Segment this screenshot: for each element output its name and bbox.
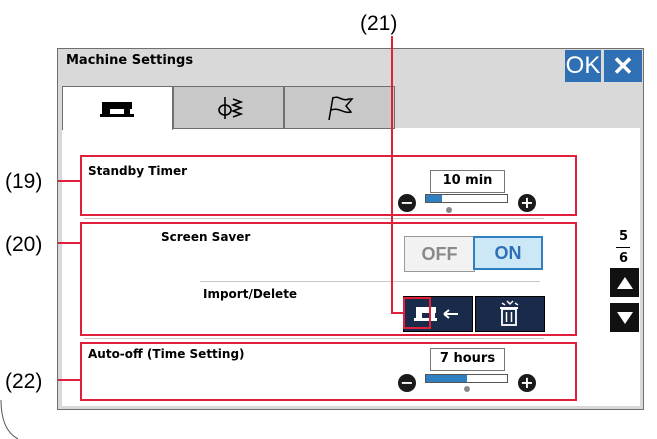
auto-off-label: Auto-off (Time Setting) — [88, 347, 245, 361]
page-total: 6 — [619, 251, 629, 266]
page-up-button[interactable] — [610, 268, 639, 297]
auto-off-slider-knob[interactable] — [464, 386, 470, 392]
frame-corner — [0, 400, 19, 439]
auto-off-value: 7 hours — [430, 348, 505, 371]
arrow-up-icon — [616, 276, 633, 289]
auto-off-slider[interactable] — [425, 374, 508, 383]
arrow-down-icon — [616, 311, 633, 324]
page-fraction-line — [616, 247, 630, 248]
page-current: 5 — [619, 229, 629, 244]
page-down-button[interactable] — [610, 303, 639, 332]
auto-off-plus-button[interactable]: + — [518, 374, 536, 392]
auto-off-slider-fill — [426, 375, 467, 382]
auto-off-minus-button[interactable]: − — [398, 374, 416, 392]
